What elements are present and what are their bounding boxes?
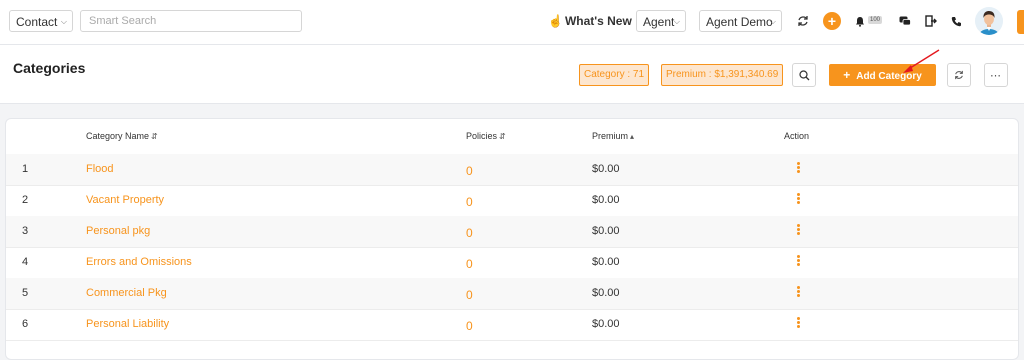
- row-index: 5: [22, 287, 29, 299]
- category-name-link[interactable]: Errors and Omissions: [86, 256, 192, 268]
- category-name-link[interactable]: Vacant Property: [86, 194, 164, 206]
- refresh-icon[interactable]: [795, 13, 811, 29]
- policies-count-link[interactable]: 0: [466, 288, 473, 302]
- table-row: 5 Commercial Pkg 0 $0.00: [6, 278, 1018, 310]
- policies-count-link[interactable]: 0: [466, 164, 473, 178]
- user-select-label: Agent Demo: [706, 15, 773, 29]
- category-count-badge: Category : 71: [579, 64, 650, 86]
- notification-count: 100: [868, 16, 883, 24]
- sort-ascending-icon: ▴: [630, 132, 635, 141]
- top-bar: Contact ⌵ ☝What's New Agent ⌵ Agent Demo…: [0, 0, 1024, 45]
- hand-icon: ☝: [548, 14, 563, 28]
- role-select[interactable]: Agent ⌵: [636, 10, 686, 32]
- policies-count-link[interactable]: 0: [466, 195, 473, 209]
- row-index: 1: [22, 163, 29, 175]
- column-category-name[interactable]: Category Name ⇵: [86, 131, 158, 141]
- entity-select-label: Contact: [16, 15, 58, 29]
- policies-count-link[interactable]: 0: [466, 257, 473, 271]
- table-header: Category Name ⇵ Policies ⇵ Premium ▴ Action: [6, 119, 1018, 153]
- user-select[interactable]: Agent Demo ⌵: [699, 10, 782, 32]
- whats-new-label: What's New: [564, 14, 632, 28]
- premium-value: $0.00: [592, 318, 620, 330]
- bell-icon[interactable]: [852, 13, 868, 29]
- category-name-link[interactable]: Commercial Pkg: [86, 287, 167, 299]
- arrow-annotation: [903, 49, 940, 73]
- chevron-down-icon: ⌵: [673, 17, 680, 26]
- table-row: 1 Flood 0 $0.00: [6, 154, 1018, 186]
- premium-value: $0.00: [592, 163, 620, 175]
- premium-total-badge: Premium : $1,391,340.69: [661, 64, 784, 86]
- phone-icon[interactable]: [948, 13, 964, 29]
- search-input[interactable]: [80, 10, 302, 32]
- policies-count-link[interactable]: 0: [466, 319, 473, 333]
- column-premium[interactable]: Premium ▴: [592, 131, 634, 141]
- page-title: Categories: [13, 60, 86, 76]
- chat-icon[interactable]: [897, 13, 913, 29]
- sort-icon: ⇵: [151, 132, 158, 141]
- search-button[interactable]: [792, 63, 816, 87]
- column-policies[interactable]: Policies ⇵: [466, 131, 506, 141]
- table-row: 2 Vacant Property 0 $0.00: [6, 185, 1018, 217]
- row-actions-kebab-icon[interactable]: [794, 286, 802, 297]
- category-name-link[interactable]: Personal Liability: [86, 318, 169, 330]
- table-row: 4 Errors and Omissions 0 $0.00: [6, 247, 1018, 279]
- row-actions-kebab-icon[interactable]: [794, 317, 802, 328]
- row-index: 2: [22, 194, 29, 206]
- premium-value: $0.00: [592, 256, 620, 268]
- side-panel-tab[interactable]: [1017, 10, 1024, 34]
- refresh-button[interactable]: [947, 63, 971, 87]
- refresh-icon: [955, 70, 963, 80]
- table-row: 3 Personal pkg 0 $0.00: [6, 216, 1018, 248]
- plus-icon: +: [843, 68, 851, 82]
- role-select-label: Agent: [643, 15, 675, 29]
- page-header: Categories Category : 71 Premium : $1,39…: [0, 45, 1024, 104]
- premium-value: $0.00: [592, 287, 620, 299]
- chevron-down-icon: ⌵: [769, 17, 776, 26]
- row-actions-kebab-icon[interactable]: [794, 193, 802, 204]
- row-actions-kebab-icon[interactable]: [794, 162, 802, 173]
- column-action: Action: [784, 131, 810, 141]
- premium-value: $0.00: [592, 194, 620, 206]
- chevron-down-icon: ⌵: [60, 17, 67, 26]
- table-row: 6 Personal Liability 0 $0.00: [6, 309, 1018, 341]
- row-actions-kebab-icon[interactable]: [794, 255, 802, 266]
- sort-icon: ⇵: [499, 132, 506, 141]
- ellipsis-icon: ⋯: [990, 69, 1002, 82]
- entity-select[interactable]: Contact ⌵: [9, 10, 73, 32]
- logout-icon[interactable]: [923, 13, 939, 29]
- premium-value: $0.00: [592, 225, 620, 237]
- categories-table: Category Name ⇵ Policies ⇵ Premium ▴ Action…: [5, 118, 1019, 360]
- avatar[interactable]: [975, 7, 1003, 35]
- row-index: 3: [22, 225, 29, 237]
- search-icon: [798, 69, 809, 80]
- row-actions-kebab-icon[interactable]: [794, 224, 802, 235]
- category-name-link[interactable]: Personal pkg: [86, 225, 150, 237]
- quick-add-icon[interactable]: +: [823, 12, 841, 30]
- category-name-link[interactable]: Flood: [86, 163, 114, 175]
- row-index: 4: [22, 256, 29, 268]
- policies-count-link[interactable]: 0: [466, 226, 473, 240]
- more-options-button[interactable]: ⋯: [984, 63, 1008, 87]
- row-index: 6: [22, 318, 29, 330]
- whats-new-link[interactable]: ☝ What's New: [548, 14, 632, 28]
